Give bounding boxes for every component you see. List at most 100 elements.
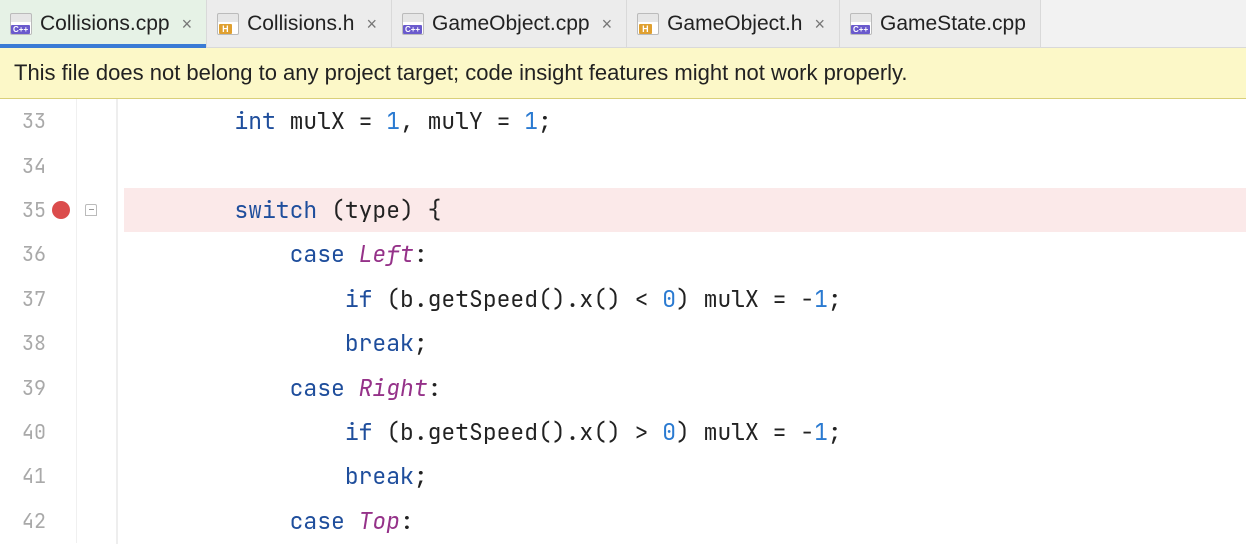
token-punc: : bbox=[400, 506, 414, 536]
gutter-row[interactable]: 40 bbox=[0, 410, 116, 454]
fold-column[interactable] bbox=[76, 99, 104, 143]
gutter-row[interactable]: 41 bbox=[0, 454, 116, 498]
tab-collisions-h[interactable]: Collisions.h × bbox=[207, 0, 392, 47]
gutter-row[interactable]: 33 bbox=[0, 99, 116, 143]
token-punc: : bbox=[414, 239, 428, 269]
token-punc: ; bbox=[828, 417, 842, 447]
breakpoint-column[interactable] bbox=[46, 201, 76, 219]
code-line[interactable]: if (b.getSpeed().x() > 0) mulX = -1; bbox=[124, 410, 1246, 454]
code-line[interactable]: if (b.getSpeed().x() < 0) mulX = -1; bbox=[124, 277, 1246, 321]
fold-column[interactable] bbox=[76, 188, 104, 232]
token-pln bbox=[345, 506, 359, 536]
fold-column[interactable] bbox=[76, 454, 104, 498]
token-pln: mulX = bbox=[276, 106, 386, 136]
fold-column[interactable] bbox=[76, 410, 104, 454]
gutter: 33 34 35 36 37 38 39 40 41 42 bbox=[0, 99, 118, 544]
token-num: 1 bbox=[524, 106, 538, 136]
token-kw: switch bbox=[234, 195, 317, 225]
code-line[interactable]: switch (type) { bbox=[124, 188, 1246, 232]
token-punc: ; bbox=[828, 284, 842, 314]
token-id-it: Top bbox=[359, 506, 400, 536]
token-num: 1 bbox=[814, 417, 828, 447]
token-num: 0 bbox=[662, 417, 676, 447]
tab-gameobject-cpp[interactable]: GameObject.cpp × bbox=[392, 0, 627, 47]
line-number: 33 bbox=[12, 108, 46, 134]
token-pln: , mulY = bbox=[400, 106, 524, 136]
code-line[interactable]: case Left: bbox=[124, 232, 1246, 276]
fold-column[interactable] bbox=[76, 499, 104, 543]
token-punc: : bbox=[428, 373, 442, 403]
close-icon[interactable]: × bbox=[814, 15, 825, 33]
close-icon[interactable]: × bbox=[182, 15, 193, 33]
token-num: 1 bbox=[814, 284, 828, 314]
gutter-row[interactable]: 37 bbox=[0, 277, 116, 321]
close-icon[interactable]: × bbox=[366, 15, 377, 33]
code-line[interactable] bbox=[124, 143, 1246, 187]
line-number: 34 bbox=[12, 153, 46, 179]
fold-column[interactable] bbox=[76, 321, 104, 365]
fold-column[interactable] bbox=[76, 277, 104, 321]
token-num: 1 bbox=[386, 106, 400, 136]
tab-gamestate-cpp[interactable]: GameState.cpp bbox=[840, 0, 1041, 47]
gutter-row[interactable]: 34 bbox=[0, 143, 116, 187]
line-number: 40 bbox=[12, 419, 46, 445]
code-line[interactable]: case Right: bbox=[124, 365, 1246, 409]
gutter-row[interactable]: 42 bbox=[0, 499, 116, 543]
token-pln: (type) { bbox=[317, 195, 441, 225]
token-punc: ; bbox=[414, 328, 428, 358]
token-pln: ) mulX = - bbox=[676, 284, 814, 314]
gutter-row[interactable]: 36 bbox=[0, 232, 116, 276]
token-kw: if bbox=[345, 284, 373, 314]
editor-tabs: Collisions.cpp×Collisions.h×GameObject.c… bbox=[0, 0, 1246, 48]
token-kw: break bbox=[345, 461, 414, 491]
gutter-row[interactable]: 39 bbox=[0, 365, 116, 409]
token-kw: break bbox=[345, 328, 414, 358]
close-icon[interactable]: × bbox=[602, 15, 613, 33]
tab-collisions-cpp[interactable]: Collisions.cpp × bbox=[0, 0, 207, 47]
cpp-file-icon bbox=[10, 13, 32, 35]
token-kw: if bbox=[345, 417, 373, 447]
line-number: 38 bbox=[12, 330, 46, 356]
code-area[interactable]: int mulX = 1, mulY = 1; switch (type) { … bbox=[118, 99, 1246, 544]
code-line[interactable]: break; bbox=[124, 454, 1246, 498]
cpp-file-icon bbox=[850, 13, 872, 35]
line-number: 39 bbox=[12, 375, 46, 401]
gutter-row[interactable]: 35 bbox=[0, 188, 116, 232]
code-line[interactable]: break; bbox=[124, 321, 1246, 365]
tab-label: Collisions.cpp bbox=[40, 12, 170, 36]
code-line[interactable]: case Top: bbox=[124, 499, 1246, 543]
token-kw: case bbox=[290, 373, 345, 403]
token-num: 0 bbox=[662, 284, 676, 314]
line-number: 36 bbox=[12, 241, 46, 267]
fold-icon[interactable] bbox=[85, 204, 97, 216]
code-line[interactable]: int mulX = 1, mulY = 1; bbox=[124, 99, 1246, 143]
cpp-file-icon bbox=[402, 13, 424, 35]
token-pln bbox=[345, 239, 359, 269]
h-file-icon bbox=[637, 13, 659, 35]
fold-column[interactable] bbox=[76, 143, 104, 187]
token-id-it: Right bbox=[359, 373, 428, 403]
token-pln: (b.getSpeed().x() < bbox=[372, 284, 662, 314]
h-file-icon bbox=[217, 13, 239, 35]
line-number: 35 bbox=[12, 197, 46, 223]
breakpoint-icon[interactable] bbox=[52, 201, 70, 219]
gutter-row[interactable]: 38 bbox=[0, 321, 116, 365]
line-number: 42 bbox=[12, 508, 46, 534]
token-kw: int bbox=[234, 106, 275, 136]
warning-banner: This file does not belong to any project… bbox=[0, 48, 1246, 99]
line-number: 41 bbox=[12, 463, 46, 489]
token-pln: ) mulX = - bbox=[676, 417, 814, 447]
tab-gameobject-h[interactable]: GameObject.h × bbox=[627, 0, 840, 47]
fold-column[interactable] bbox=[76, 365, 104, 409]
tab-label: Collisions.h bbox=[247, 12, 354, 36]
token-punc: ; bbox=[538, 106, 552, 136]
token-punc: ; bbox=[414, 461, 428, 491]
tab-label: GameObject.cpp bbox=[432, 12, 590, 36]
token-kw: case bbox=[290, 239, 345, 269]
token-pln: (b.getSpeed().x() > bbox=[372, 417, 662, 447]
token-kw: case bbox=[290, 506, 345, 536]
tab-label: GameState.cpp bbox=[880, 12, 1026, 36]
tab-label: GameObject.h bbox=[667, 12, 802, 36]
fold-column[interactable] bbox=[76, 232, 104, 276]
token-pln bbox=[345, 373, 359, 403]
